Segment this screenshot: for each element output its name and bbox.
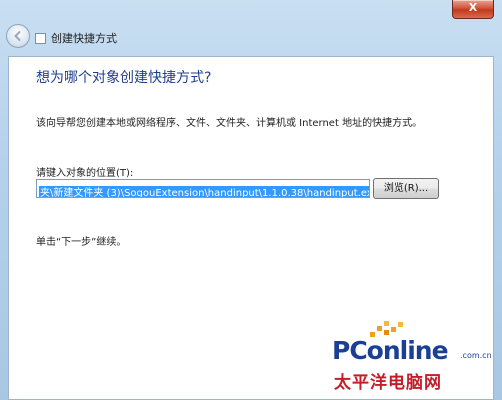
window-frame: X 创建快捷方式 想为哪个对象创建快捷方式? 该向导帮您创建本地或网络程序、文件…: [0, 0, 502, 400]
browse-button[interactable]: 浏览(R)...: [373, 178, 439, 199]
shortcut-icon: [35, 33, 46, 44]
close-button[interactable]: X: [452, 0, 494, 19]
location-value: 夹\新建文件夹 (3)\SogouExtension\handinput\1.1…: [39, 186, 369, 197]
title-bar: X 创建快捷方式: [0, 0, 502, 56]
location-input[interactable]: 夹\新建文件夹 (3)\SogouExtension\handinput\1.1…: [36, 179, 370, 198]
window-title: 创建快捷方式: [51, 32, 117, 45]
back-arrow-icon: [14, 31, 21, 41]
watermark-chinese: 太平洋电脑网: [334, 373, 442, 393]
page-heading: 想为哪个对象创建快捷方式?: [36, 70, 212, 86]
watermark-brand: PConline: [332, 336, 449, 365]
back-button[interactable]: [6, 24, 30, 48]
description-text: 该向导帮您创建本地或网络程序、文件、文件夹、计算机或 Internet 地址的快…: [36, 118, 423, 129]
location-label: 请键入对象的位置(T):: [36, 168, 134, 179]
hint-text: 单击“下一步”继续。: [36, 237, 127, 248]
watermark-logo: PConline .com.cn 太平洋电脑网: [328, 318, 496, 396]
watermark-domain: .com.cn: [460, 351, 492, 360]
